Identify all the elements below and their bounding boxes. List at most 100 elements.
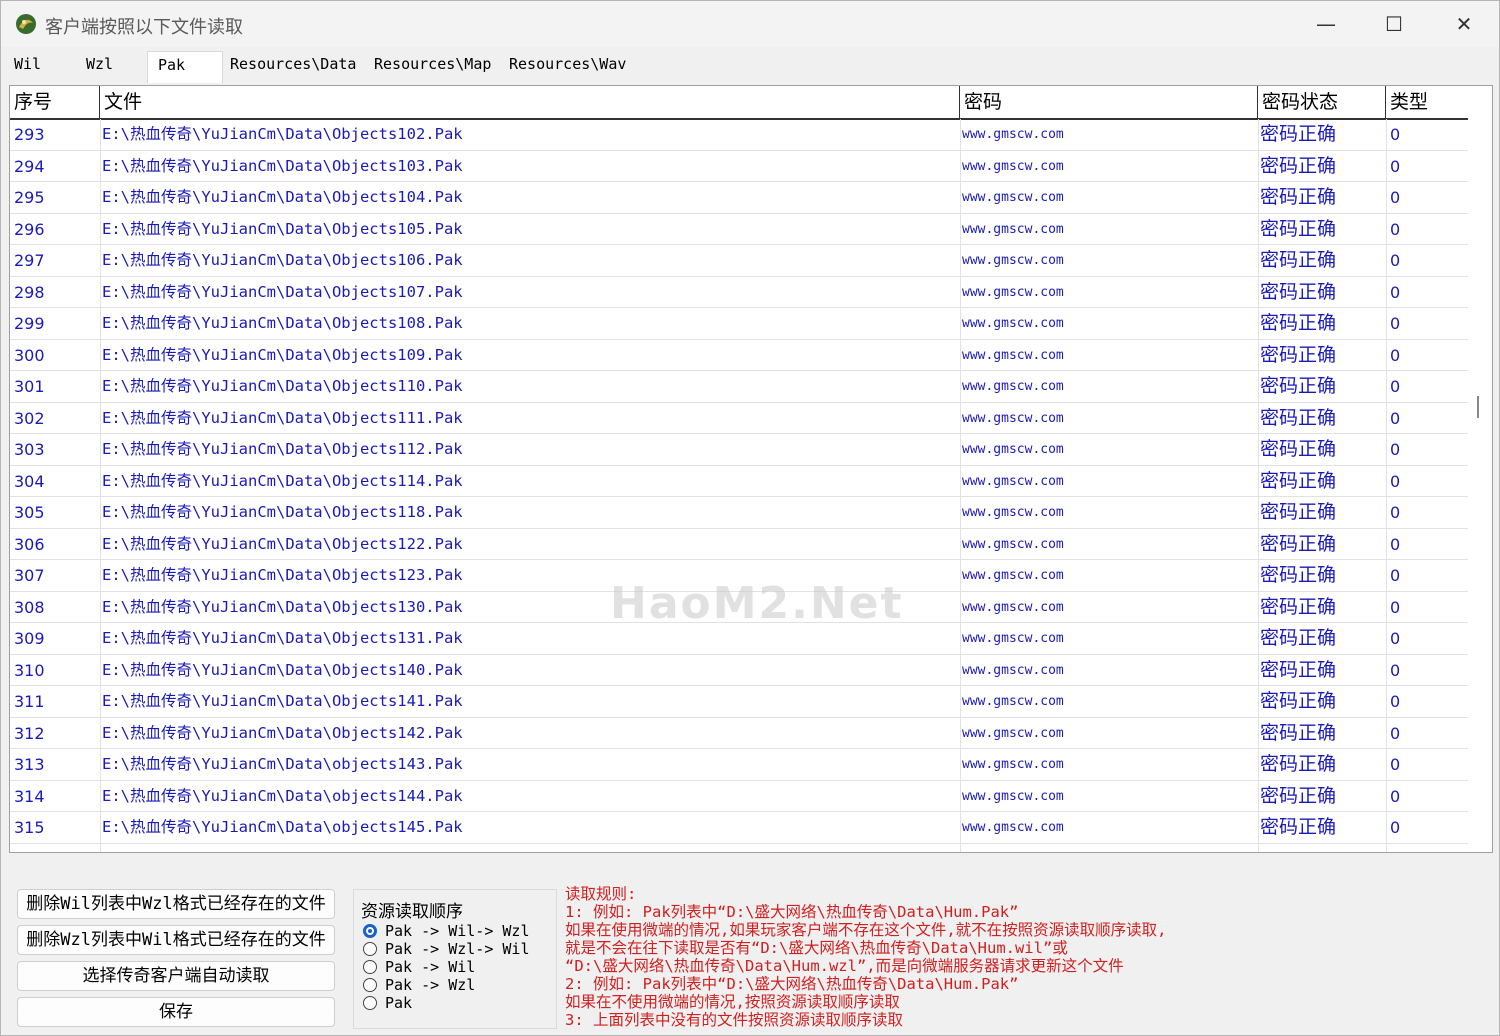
auto-read-client-button[interactable]: 选择传奇客户端自动读取 bbox=[17, 961, 335, 991]
table-row[interactable]: 302 E:\热血传奇\YuJianCm\Data\Objects111.Pak w… bbox=[10, 403, 1468, 434]
delete-wil-in-wzl-button[interactable]: 删除Wzl列表中Wil格式已经存在的文件 bbox=[17, 925, 335, 955]
row-password: www.gmscw.com bbox=[962, 379, 1064, 394]
column-header-type[interactable]: 类型 bbox=[1386, 86, 1468, 118]
table-header: 序号 文件 密码 密码状态 类型 bbox=[10, 86, 1468, 120]
column-header-no[interactable]: 序号 bbox=[10, 86, 100, 118]
radio-unchecked-icon[interactable] bbox=[363, 996, 377, 1010]
order-option-pak-wzl-wil[interactable]: Pak -> Wzl-> Wil bbox=[363, 940, 530, 958]
row-password: www.gmscw.com bbox=[962, 820, 1064, 835]
row-password-status: 密码正确 bbox=[1260, 564, 1337, 586]
watermark: HaoM2.Net bbox=[610, 578, 904, 629]
row-password-status: 密码正确 bbox=[1260, 154, 1337, 177]
column-header-password[interactable]: 密码 bbox=[960, 86, 1258, 118]
row-password-status: 密码正确 bbox=[1260, 217, 1337, 240]
row-number: 298 bbox=[14, 282, 45, 302]
row-file-path: E:\热血传奇\YuJianCm\Data\Objects118.Pak bbox=[102, 503, 463, 521]
vertical-scroll-thumb[interactable] bbox=[1477, 396, 1479, 418]
tab-wzl[interactable]: Wzl bbox=[86, 55, 113, 81]
row-number: 308 bbox=[14, 597, 45, 617]
table-row[interactable]: 300 E:\热血传奇\YuJianCm\Data\Objects109.Pak w… bbox=[10, 340, 1468, 371]
row-password-status: 密码正确 bbox=[1260, 721, 1337, 744]
column-header-status[interactable]: 密码状态 bbox=[1258, 86, 1386, 118]
table-row[interactable]: 315 E:\热血传奇\YuJianCm\Data\objects145.Pak w… bbox=[10, 812, 1468, 844]
radio-unchecked-icon[interactable] bbox=[363, 942, 377, 956]
row-file-path: E:\热血传奇\YuJianCm\Data\Objects141.Pak bbox=[102, 692, 463, 710]
order-option-pak-wil[interactable]: Pak -> Wil bbox=[363, 958, 475, 976]
close-button[interactable]: ✕ bbox=[1429, 1, 1499, 47]
row-number: 314 bbox=[14, 786, 45, 806]
maximize-button[interactable]: ☐ bbox=[1359, 1, 1429, 47]
file-list-table[interactable]: 序号 文件 密码 密码状态 类型 293 E:\热血传奇\YuJianCm\Dat… bbox=[9, 85, 1493, 853]
order-option-pak[interactable]: Pak bbox=[363, 994, 412, 1012]
table-row[interactable]: 299 E:\热血传奇\YuJianCm\Data\Objects108.Pak w… bbox=[10, 308, 1468, 340]
row-number: 300 bbox=[14, 345, 45, 365]
table-row[interactable]: 297 E:\热血传奇\YuJianCm\Data\Objects106.Pak w… bbox=[10, 245, 1468, 277]
rules-line: 3: 上面列表中没有的文件按照资源读取顺序读取 bbox=[565, 1011, 903, 1029]
row-type: 0 bbox=[1390, 692, 1401, 711]
table-row[interactable]: 312 E:\热血传奇\YuJianCm\Data\Objects142.Pak w… bbox=[10, 718, 1468, 749]
row-password: www.gmscw.com bbox=[962, 725, 1064, 741]
row-number: 295 bbox=[14, 188, 45, 207]
row-number: 299 bbox=[14, 314, 45, 333]
row-file-path: E:\热血传奇\YuJianCm\Data\Objects109.Pak bbox=[102, 345, 463, 364]
table-row[interactable]: 310 E:\热血传奇\YuJianCm\Data\Objects140.Pak w… bbox=[10, 655, 1468, 686]
row-file-path: E:\热血传奇\YuJianCm\Data\Objects103.Pak bbox=[102, 156, 463, 175]
table-row[interactable]: 296 E:\热血传奇\YuJianCm\Data\Objects105.Pak w… bbox=[10, 214, 1468, 245]
table-row[interactable]: 303 E:\热血传奇\YuJianCm\Data\Objects112.Pak w… bbox=[10, 434, 1468, 466]
row-number: 307 bbox=[14, 566, 45, 585]
row-password-status: 密码正确 bbox=[1260, 595, 1337, 618]
rules-title: 读取规则: bbox=[565, 885, 637, 903]
row-password: www.gmscw.com bbox=[962, 473, 1064, 489]
row-number: 312 bbox=[14, 723, 45, 743]
minimize-button[interactable]: — bbox=[1291, 1, 1361, 47]
table-row[interactable]: 304 E:\热血传奇\YuJianCm\Data\Objects114.Pak w… bbox=[10, 466, 1468, 497]
tab-resources-data[interactable]: Resources\Data bbox=[230, 55, 356, 81]
radio-checked-icon[interactable] bbox=[363, 924, 377, 938]
row-password: www.gmscw.com bbox=[962, 505, 1064, 520]
tab-wil[interactable]: Wil bbox=[14, 55, 41, 81]
table-row[interactable]: 293 E:\热血传奇\YuJianCm\Data\Objects102.Pak w… bbox=[10, 119, 1468, 151]
table-row[interactable]: 305 E:\热血传奇\YuJianCm\Data\Objects118.Pak w… bbox=[10, 497, 1468, 529]
rules-line: “D:\盛大网络\热血传奇\Data\Hum.wzl”,而是向微端服务器请求更新… bbox=[565, 957, 1124, 975]
table-row[interactable]: 294 E:\热血传奇\YuJianCm\Data\Objects103.Pak w… bbox=[10, 151, 1468, 182]
delete-wzl-in-wil-button[interactable]: 删除Wil列表中Wzl格式已经存在的文件 bbox=[17, 889, 335, 919]
vertical-scrollbar[interactable] bbox=[1476, 86, 1492, 852]
radio-unchecked-icon[interactable] bbox=[363, 960, 377, 974]
row-password-status: 密码正确 bbox=[1260, 406, 1337, 429]
row-file-path: E:\热血传奇\YuJianCm\Data\Objects140.Pak bbox=[102, 660, 463, 679]
row-number: 309 bbox=[14, 629, 45, 648]
row-password-status: 密码正确 bbox=[1260, 280, 1337, 303]
table-row[interactable]: 295 E:\热血传奇\YuJianCm\Data\Objects104.Pak w… bbox=[10, 182, 1468, 214]
tab-pak[interactable]: Pak bbox=[147, 51, 223, 83]
row-password: www.gmscw.com bbox=[962, 631, 1064, 646]
radio-unchecked-icon[interactable] bbox=[363, 978, 377, 992]
table-row[interactable]: 306 E:\热血传奇\YuJianCm\Data\Objects122.Pak w… bbox=[10, 529, 1468, 560]
row-file-path: E:\热血传奇\YuJianCm\Data\Objects108.Pak bbox=[102, 314, 463, 332]
tab-resources-map[interactable]: Resources\Map bbox=[374, 55, 491, 81]
table-row[interactable]: 313 E:\热血传奇\YuJianCm\Data\objects143.Pak w… bbox=[10, 749, 1468, 781]
row-password: www.gmscw.com bbox=[962, 158, 1064, 174]
title-bar[interactable]: 客户端按照以下文件读取 — ☐ ✕ bbox=[1, 1, 1499, 47]
row-file-path: E:\热血传奇\YuJianCm\Data\Objects105.Pak bbox=[102, 219, 463, 238]
tab-resources-wav[interactable]: Resources\Wav bbox=[509, 55, 626, 81]
rules-line: 就是不会在往下读取是否有“D:\盛大网络\热血传奇\Data\Hum.wil”或 bbox=[565, 939, 1068, 957]
row-password: www.gmscw.com bbox=[962, 316, 1064, 331]
tab-strip: Wil Wzl Pak Resources\Data Resources\Map… bbox=[1, 47, 1499, 83]
order-option-pak-wil-wzl[interactable]: Pak -> Wil-> Wzl bbox=[363, 922, 530, 940]
row-password: www.gmscw.com bbox=[962, 190, 1064, 205]
column-header-file[interactable]: 文件 bbox=[100, 86, 960, 118]
row-type: 0 bbox=[1390, 282, 1401, 302]
app-icon bbox=[16, 14, 36, 34]
rules-line: 2: 例如: Pak列表中“D:\盛大网络\热血传奇\Data\Hum.Pak” bbox=[565, 975, 1019, 993]
row-type: 0 bbox=[1390, 345, 1401, 365]
table-row[interactable]: 311 E:\热血传奇\YuJianCm\Data\Objects141.Pak w… bbox=[10, 686, 1468, 718]
row-password-status: 密码正确 bbox=[1260, 123, 1337, 145]
row-type: 0 bbox=[1390, 156, 1401, 176]
row-number: 313 bbox=[14, 755, 45, 774]
table-row[interactable]: 301 E:\热血传奇\YuJianCm\Data\Objects110.Pak w… bbox=[10, 371, 1468, 403]
save-button[interactable]: 保存 bbox=[17, 997, 335, 1027]
row-type: 0 bbox=[1390, 188, 1401, 207]
table-row[interactable]: 298 E:\热血传奇\YuJianCm\Data\Objects107.Pak w… bbox=[10, 277, 1468, 308]
table-row[interactable]: 314 E:\热血传奇\YuJianCm\Data\objects144.Pak w… bbox=[10, 781, 1468, 812]
order-option-pak-wzl[interactable]: Pak -> Wzl bbox=[363, 976, 475, 994]
